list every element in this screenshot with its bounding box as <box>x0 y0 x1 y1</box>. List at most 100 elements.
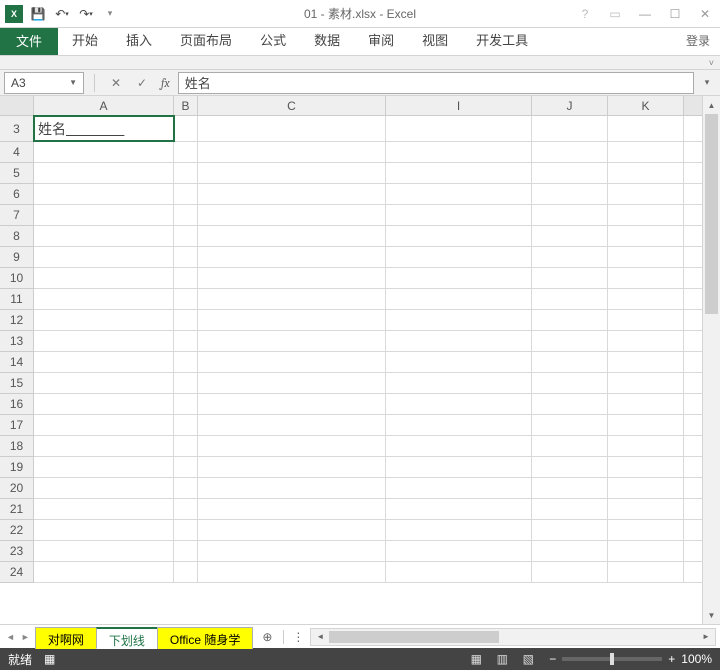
row-header[interactable]: 14 <box>0 352 33 373</box>
row-header[interactable]: 6 <box>0 184 33 205</box>
cell[interactable] <box>198 247 386 267</box>
cell[interactable] <box>386 478 532 498</box>
cell[interactable] <box>34 142 174 162</box>
cell[interactable] <box>198 520 386 540</box>
cell[interactable] <box>386 163 532 183</box>
scroll-left-icon[interactable]: ◄ <box>311 632 329 641</box>
cell[interactable] <box>386 226 532 246</box>
cell[interactable] <box>532 310 608 330</box>
horizontal-scrollbar[interactable]: ◄ ► <box>310 628 716 646</box>
cell[interactable] <box>532 436 608 456</box>
close-icon[interactable]: ✕ <box>690 2 720 26</box>
cell[interactable] <box>174 310 198 330</box>
cell[interactable] <box>34 541 174 561</box>
row-header[interactable]: 11 <box>0 289 33 310</box>
scroll-right-icon[interactable]: ► <box>697 632 715 641</box>
tab-page-layout[interactable]: 页面布局 <box>166 24 246 55</box>
view-normal-icon[interactable]: ▦ <box>463 650 489 668</box>
cell[interactable] <box>198 226 386 246</box>
cell[interactable] <box>386 541 532 561</box>
cell[interactable] <box>198 268 386 288</box>
cell[interactable] <box>198 352 386 372</box>
cell[interactable] <box>198 373 386 393</box>
row-header[interactable]: 7 <box>0 205 33 226</box>
sheet-tab[interactable]: 对啊网 <box>35 627 97 649</box>
formula-expand-icon[interactable]: ▾ <box>698 77 716 88</box>
zoom-level[interactable]: 100% <box>681 652 712 666</box>
row-header[interactable]: 3 <box>0 116 33 142</box>
cell[interactable] <box>198 436 386 456</box>
cell[interactable] <box>608 478 684 498</box>
save-icon[interactable]: 💾 <box>28 4 48 24</box>
cell[interactable] <box>174 457 198 477</box>
cell[interactable] <box>386 310 532 330</box>
cell[interactable] <box>198 331 386 351</box>
cell[interactable] <box>34 268 174 288</box>
cell[interactable] <box>174 394 198 414</box>
cell[interactable] <box>386 457 532 477</box>
cell[interactable] <box>174 373 198 393</box>
cell[interactable] <box>532 116 608 141</box>
cell[interactable] <box>174 268 198 288</box>
cell[interactable] <box>608 142 684 162</box>
name-box-dropdown-icon[interactable]: ▼ <box>69 78 77 87</box>
cell[interactable] <box>198 289 386 309</box>
cell[interactable] <box>608 373 684 393</box>
cell[interactable] <box>174 415 198 435</box>
cell[interactable] <box>386 436 532 456</box>
cell[interactable] <box>174 478 198 498</box>
cell[interactable] <box>34 394 174 414</box>
cell[interactable] <box>386 331 532 351</box>
cell[interactable] <box>174 289 198 309</box>
column-header[interactable]: K <box>608 96 684 115</box>
cell[interactable] <box>532 247 608 267</box>
fx-icon[interactable]: fx <box>157 76 174 90</box>
help-icon[interactable]: ? <box>570 2 600 26</box>
cells-area[interactable]: 姓名 <box>34 116 702 624</box>
cell[interactable] <box>198 205 386 225</box>
cell[interactable] <box>532 163 608 183</box>
cell[interactable] <box>198 541 386 561</box>
row-header[interactable]: 18 <box>0 436 33 457</box>
cell[interactable] <box>174 541 198 561</box>
cancel-icon[interactable]: ✕ <box>105 72 127 94</box>
sheet-nav-next-icon[interactable]: ► <box>21 632 30 642</box>
cell[interactable] <box>174 562 198 582</box>
sheet-tab[interactable]: 下划线 <box>96 627 158 649</box>
cell[interactable] <box>198 394 386 414</box>
cell[interactable] <box>34 499 174 519</box>
undo-icon[interactable]: ↶▾ <box>52 4 72 24</box>
select-all-corner[interactable] <box>0 96 34 116</box>
cell[interactable] <box>174 184 198 204</box>
ribbon-expand-icon[interactable]: ˅ <box>709 58 714 68</box>
cell[interactable] <box>198 478 386 498</box>
cell[interactable] <box>198 499 386 519</box>
cell[interactable] <box>608 116 684 141</box>
cell[interactable] <box>608 226 684 246</box>
cell[interactable] <box>608 457 684 477</box>
cell[interactable] <box>386 373 532 393</box>
row-header[interactable]: 13 <box>0 331 33 352</box>
cell[interactable] <box>34 163 174 183</box>
tab-formulas[interactable]: 公式 <box>246 24 300 55</box>
cell[interactable] <box>198 562 386 582</box>
cell[interactable] <box>174 226 198 246</box>
redo-icon[interactable]: ↷▾ <box>76 4 96 24</box>
cell[interactable] <box>34 520 174 540</box>
sign-in-link[interactable]: 登录 <box>676 26 720 55</box>
cell[interactable] <box>198 457 386 477</box>
cell[interactable] <box>34 226 174 246</box>
cell[interactable] <box>608 247 684 267</box>
cell[interactable] <box>386 499 532 519</box>
zoom-in-icon[interactable]: + <box>668 652 675 666</box>
cell[interactable] <box>34 352 174 372</box>
cell[interactable] <box>532 478 608 498</box>
cell-a3-active[interactable]: 姓名 <box>34 116 174 141</box>
zoom-slider[interactable] <box>562 657 662 661</box>
cell[interactable] <box>198 116 386 141</box>
cell[interactable] <box>532 226 608 246</box>
row-header[interactable]: 16 <box>0 394 33 415</box>
cell[interactable] <box>174 247 198 267</box>
cell[interactable] <box>198 415 386 435</box>
cell[interactable] <box>608 331 684 351</box>
